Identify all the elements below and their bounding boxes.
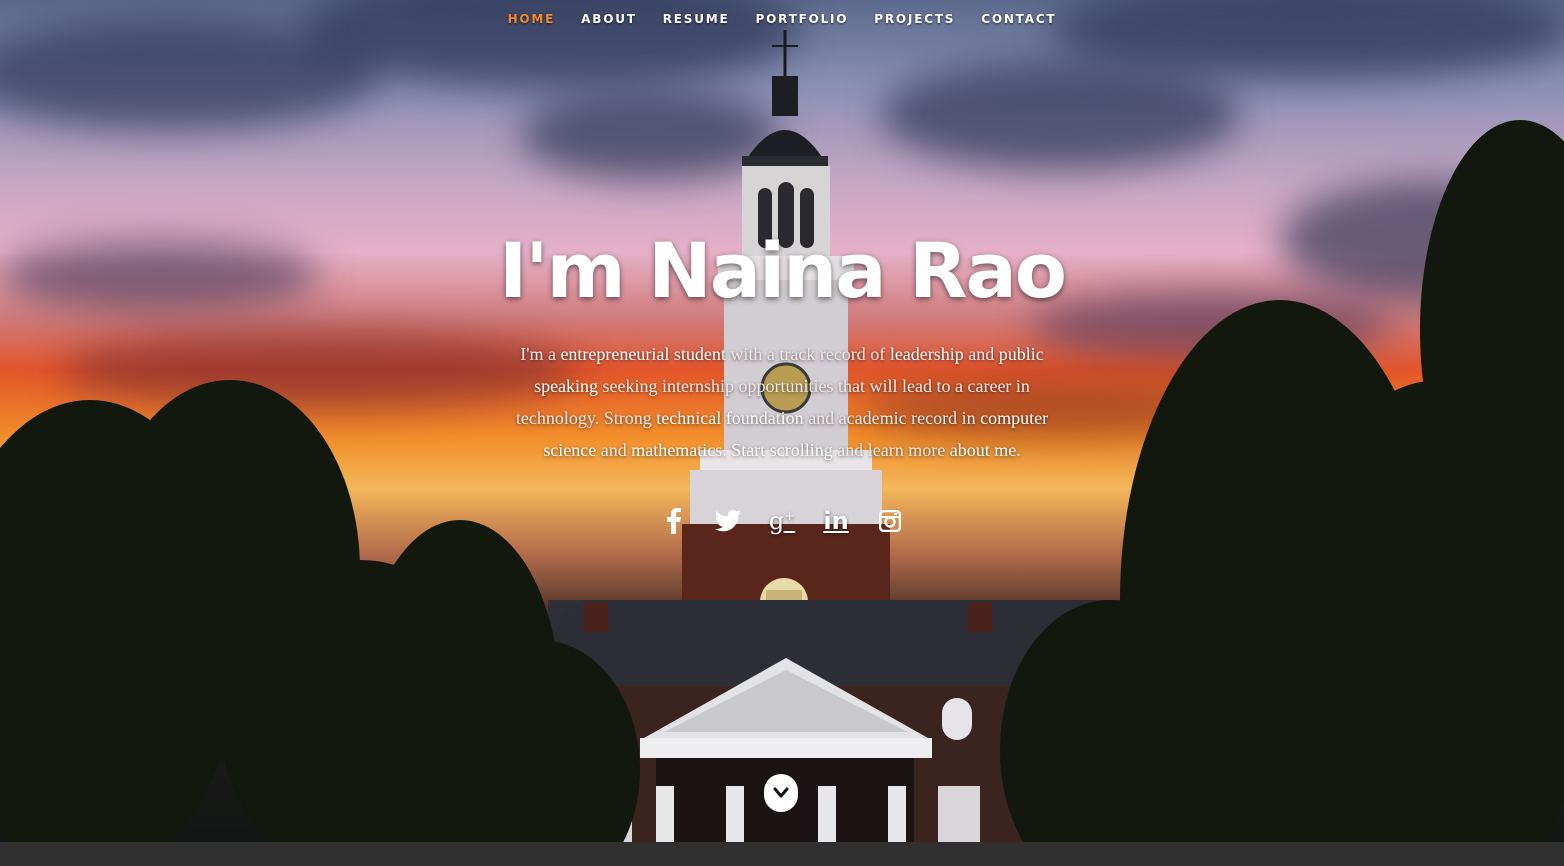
intro-segment: . <box>722 440 732 460</box>
page-title: I'm Naina Rao <box>498 226 1067 315</box>
intro-highlight: mathematics <box>631 440 723 460</box>
intro-segment: . <box>1016 440 1021 460</box>
intro-segment: I'm a <box>520 344 561 364</box>
google-plus-icon[interactable]: g+ <box>768 506 796 536</box>
twitter-icon[interactable] <box>714 506 742 536</box>
nav-item-resume[interactable]: RESUME <box>663 12 730 32</box>
social-links: g+ in <box>0 506 1564 536</box>
chevron-down-icon <box>773 787 789 798</box>
intro-segment: and academic record in <box>803 408 981 428</box>
intro-highlight: technical foundation <box>656 408 804 428</box>
nav-item-home[interactable]: HOME <box>508 12 556 32</box>
nav-item-projects[interactable]: PROJECTS <box>874 12 955 32</box>
intro-segment: with a track record of <box>725 344 890 364</box>
intro-highlight: about me <box>949 440 1017 460</box>
facebook-icon[interactable] <box>660 506 688 536</box>
linkedin-icon[interactable]: in <box>822 506 850 536</box>
scroll-down-button[interactable] <box>764 774 798 812</box>
nav-item-portfolio[interactable]: PORTFOLIO <box>756 12 849 32</box>
intro-highlight: leadership <box>889 344 964 364</box>
nav-item-about[interactable]: ABOUT <box>581 12 637 32</box>
footer-bar <box>0 842 1564 866</box>
intro-segment: and <box>963 344 999 364</box>
nav-item-contact[interactable]: CONTACT <box>981 12 1056 32</box>
instagram-icon[interactable] <box>876 506 904 536</box>
intro-highlight: entrepreneurial student <box>560 344 726 364</box>
intro-segment: and learn more <box>832 440 950 460</box>
intro-segment: and <box>596 440 632 460</box>
intro-text: I'm a entrepreneurial student with a tra… <box>492 338 1072 466</box>
intro-highlight: Start scrolling <box>731 440 833 460</box>
main-nav: HOME ABOUT RESUME PORTFOLIO PROJECTS CONTACT <box>0 12 1564 32</box>
